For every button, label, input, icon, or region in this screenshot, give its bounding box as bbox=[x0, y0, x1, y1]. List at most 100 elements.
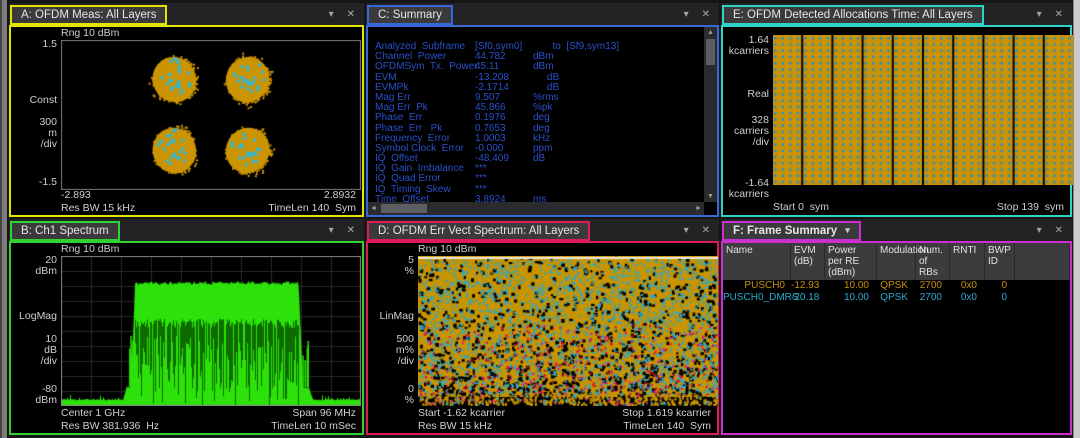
summary-unit: to [Sf9,sym13] bbox=[533, 42, 704, 52]
frame-summary-header-cell[interactable]: BWP ID bbox=[985, 243, 1015, 280]
frame-summary-dropdown-icon[interactable]: ▾ bbox=[845, 225, 850, 236]
cell-filler bbox=[1015, 292, 1070, 304]
scroll-right-icon[interactable]: ► bbox=[693, 203, 704, 214]
summary-value: 0.1976 bbox=[475, 113, 533, 123]
frame-summary-header-cell[interactable]: RNTI bbox=[950, 243, 985, 280]
evm-spectrum-plot[interactable] bbox=[418, 256, 718, 406]
panel-d-content: Rng 10 dBm 5% LinMag 500m%/div 0% Start … bbox=[366, 241, 719, 435]
panel-err-vect-spectrum: D: OFDM Err Vect Spectrum: All Layers ▾ ✕… bbox=[366, 219, 719, 435]
summary-unit: kHz bbox=[533, 134, 704, 144]
frame-summary-header-cell[interactable]: Power per RE(dBm) bbox=[825, 243, 877, 280]
y-axis-name: Const bbox=[11, 95, 57, 106]
spectrum-plot[interactable] bbox=[61, 256, 361, 406]
range-label: Rng 10 dBm bbox=[418, 243, 476, 256]
summary-unit: deg bbox=[533, 124, 704, 134]
frame-summary-row[interactable]: PUSCH0 -12.93 10.00 QPSK 2700 0x0 0 bbox=[723, 280, 1070, 292]
panel-c-menu-icon[interactable]: ▾ bbox=[684, 9, 689, 20]
constellation-plot[interactable] bbox=[61, 40, 361, 190]
panel-e-content: 1.64kcarriers Real 328carriers/div -1.64… bbox=[721, 25, 1072, 217]
frame-summary-body: PUSCH0 -12.93 10.00 QPSK 2700 0x0 0 PUSC… bbox=[723, 280, 1070, 303]
y-axis-max: 20dBm bbox=[11, 255, 57, 277]
cell-evm: -20.18 bbox=[791, 292, 825, 304]
panel-a-tab[interactable]: A: OFDM Meas: All Layers bbox=[10, 5, 167, 25]
vertical-scrollbar[interactable]: ▲ ▼ bbox=[704, 27, 717, 202]
horizontal-scroll-thumb[interactable] bbox=[381, 204, 427, 213]
range-label: Rng 10 dBm bbox=[61, 243, 119, 256]
summary-unit: %pk bbox=[533, 103, 704, 113]
frame-summary-header-cell[interactable]: Name bbox=[723, 243, 791, 280]
panel-c-titlebar[interactable]: C: Summary ▾ ✕ bbox=[366, 3, 719, 25]
summary-unit: dB bbox=[533, 83, 704, 93]
summary-unit: dBm bbox=[533, 52, 704, 62]
panel-e-menu-icon[interactable]: ▾ bbox=[1037, 9, 1042, 20]
panel-f-menu-icon[interactable]: ▾ bbox=[1037, 225, 1042, 236]
cell-filler bbox=[1015, 280, 1070, 292]
panel-a-menu-icon[interactable]: ▾ bbox=[329, 9, 334, 20]
summary-rows: Analyzed Subframe [Sf0,sym0] to [Sf9,sym… bbox=[368, 27, 704, 202]
y-axis-min: -80dBm bbox=[11, 384, 57, 406]
panel-c-close-icon[interactable]: ✕ bbox=[702, 9, 710, 20]
summary-unit: dB bbox=[533, 154, 704, 164]
summary-unit bbox=[533, 164, 704, 174]
panel-b-menu-icon[interactable]: ▾ bbox=[329, 225, 334, 236]
panel-e-close-icon[interactable]: ✕ bbox=[1055, 9, 1063, 20]
scroll-left-icon[interactable]: ◄ bbox=[368, 203, 379, 214]
vertical-scroll-thumb[interactable] bbox=[706, 39, 715, 65]
cell-power-per-re: 10.00 bbox=[825, 280, 877, 292]
panel-a-titlebar[interactable]: A: OFDM Meas: All Layers ▾ ✕ bbox=[9, 3, 364, 25]
panel-e-titlebar[interactable]: E: OFDM Detected Allocations Time: All L… bbox=[721, 3, 1072, 25]
vsa-application-window: A: OFDM Meas: All Layers ▾ ✕ Rng 10 dBm 1… bbox=[0, 0, 1080, 438]
y-axis-per-div: 500m%/div bbox=[368, 334, 414, 367]
horizontal-scrollbar[interactable]: ◄ ► bbox=[368, 202, 704, 215]
footer-info: Res BW 381.936 HzTimeLen 10 mSec bbox=[61, 420, 356, 433]
cell-evm: -12.93 bbox=[791, 280, 825, 292]
x-axis-range: Start -1.62 kcarrierStop 1.619 kcarrier bbox=[418, 407, 711, 420]
cell-bwp-id: 0 bbox=[985, 292, 1015, 304]
y-axis-name: LinMag bbox=[368, 311, 414, 322]
panel-b-titlebar[interactable]: B: Ch1 Spectrum ▾ ✕ bbox=[9, 219, 364, 241]
summary-unit: ppm bbox=[533, 144, 704, 154]
range-label: Rng 10 dBm bbox=[61, 27, 119, 40]
panel-detected-allocations: E: OFDM Detected Allocations Time: All L… bbox=[721, 3, 1072, 217]
panel-a-close-icon[interactable]: ✕ bbox=[347, 9, 355, 20]
window-left-edge bbox=[0, 0, 7, 438]
x-axis-range: Center 1 GHzSpan 96 MHz bbox=[61, 407, 356, 420]
panel-d-titlebar[interactable]: D: OFDM Err Vect Spectrum: All Layers ▾ ✕ bbox=[366, 219, 719, 241]
panel-f-titlebar[interactable]: F: Frame Summary ▾ ▾ ✕ bbox=[721, 219, 1072, 241]
frame-summary-row[interactable]: PUSCH0_DMRS -20.18 10.00 QPSK 2700 0x0 0 bbox=[723, 292, 1070, 304]
panel-summary: C: Summary ▾ ✕ Analyzed Subframe [Sf0,sym… bbox=[366, 3, 719, 217]
y-axis-min: -1.5 bbox=[11, 177, 57, 188]
panel-b-title: B: Ch1 Spectrum bbox=[21, 225, 109, 237]
cell-modulation: QPSK bbox=[877, 280, 916, 292]
cell-num-rbs: 2700 bbox=[916, 280, 950, 292]
summary-unit: ms bbox=[533, 195, 704, 202]
y-axis-min: 0% bbox=[368, 384, 414, 406]
window-right-edge bbox=[1073, 0, 1080, 438]
frame-summary-header-cell[interactable]: Modulation bbox=[877, 243, 916, 280]
summary-unit: %rms bbox=[533, 93, 704, 103]
summary-value: 3.8924 bbox=[475, 195, 533, 202]
footer-info: Res BW 15 kHzTimeLen 140 Sym bbox=[418, 420, 711, 433]
panel-ofdm-meas: A: OFDM Meas: All Layers ▾✕ Rng 10 dBm 1… bbox=[9, 3, 364, 217]
panel-b-tab[interactable]: B: Ch1 Spectrum bbox=[10, 221, 120, 241]
summary-unit bbox=[533, 174, 704, 184]
panel-a-title: A: OFDM Meas: All Layers bbox=[21, 9, 156, 21]
footer-info: Res BW 15 kHzTimeLen 140 Sym bbox=[61, 202, 356, 215]
scroll-down-icon[interactable]: ▼ bbox=[705, 191, 716, 202]
panel-d-tab[interactable]: D: OFDM Err Vect Spectrum: All Layers bbox=[367, 221, 590, 241]
frame-summary-header-cell[interactable]: Num. ofRBs bbox=[916, 243, 950, 280]
panel-f-tab[interactable]: F: Frame Summary ▾ bbox=[722, 221, 861, 241]
panel-d-menu-icon[interactable]: ▾ bbox=[684, 225, 689, 236]
panel-f-close-icon[interactable]: ✕ bbox=[1055, 225, 1063, 236]
panel-c-tab[interactable]: C: Summary bbox=[367, 5, 453, 25]
scroll-up-icon[interactable]: ▲ bbox=[705, 27, 716, 38]
panel-e-tab[interactable]: E: OFDM Detected Allocations Time: All L… bbox=[722, 5, 984, 25]
frame-summary-header-cell[interactable]: EVM(dB) bbox=[791, 243, 825, 280]
frame-summary-header-cell[interactable] bbox=[1015, 243, 1070, 280]
summary-row: Phase Err 0.1976 deg bbox=[375, 113, 704, 123]
panel-ch1-spectrum: B: Ch1 Spectrum ▾✕ Rng 10 dBm 20dBm LogM… bbox=[9, 219, 364, 435]
y-axis-min: -1.64kcarriers bbox=[723, 178, 769, 200]
allocations-plot[interactable] bbox=[773, 35, 1073, 185]
panel-d-close-icon[interactable]: ✕ bbox=[702, 225, 710, 236]
panel-b-close-icon[interactable]: ✕ bbox=[347, 225, 355, 236]
